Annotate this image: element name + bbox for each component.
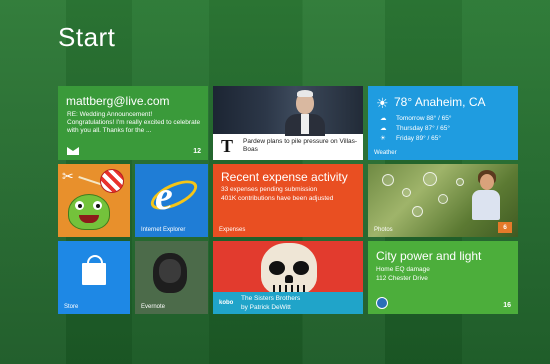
weather-label: Weather — [374, 150, 397, 156]
store-label: Store — [64, 304, 79, 310]
mail-count-badge: 12 — [193, 148, 201, 155]
bubble-graphic — [438, 194, 448, 204]
eye-socket-graphic — [293, 261, 309, 275]
mail-account: mattberg@live.com — [66, 94, 170, 108]
globe-icon — [376, 297, 388, 309]
expenses-label: Expenses — [219, 227, 246, 233]
sun-icon: ☀ — [376, 95, 389, 111]
page-title: Start — [58, 22, 116, 52]
ie-label: Internet Explorer — [141, 227, 186, 233]
bubble-graphic — [382, 174, 394, 186]
mail-tile[interactable]: mattberg@live.com RE: Wedding Announceme… — [58, 86, 208, 160]
news-tile[interactable]: T Pardew plans to pile pressure on Villa… — [213, 86, 363, 160]
kobo-logo-icon: kobo — [219, 300, 234, 306]
weather-current: 78° Anaheim, CA — [394, 95, 486, 109]
photos-label: Photos — [374, 227, 393, 233]
photo-girl-body — [472, 190, 500, 220]
telegraph-logo-icon: T — [221, 136, 234, 156]
city-title: City power and light — [376, 249, 482, 263]
nose-graphic — [285, 275, 293, 283]
news-photo-shirt — [301, 114, 309, 134]
expenses-line: 401K contributions have been adjusted — [221, 195, 334, 202]
eye-graphic — [75, 201, 84, 210]
mouth-graphic — [79, 215, 99, 223]
bubble-graphic — [412, 206, 423, 217]
om-nom-character — [68, 194, 110, 230]
city-line: Home EQ damage — [376, 266, 430, 273]
sun-icon: ☀ — [380, 135, 386, 142]
mail-subject: RE: Wedding Announcement! — [67, 111, 153, 118]
candy-icon — [100, 169, 124, 193]
scissors-icon: ✂ — [62, 168, 74, 184]
store-tile[interactable]: Store — [58, 241, 130, 314]
forecast-text: Tomorrow 88° / 65° — [396, 115, 452, 122]
expenses-line: 33 expenses pending submission — [221, 186, 318, 193]
bubble-graphic — [423, 172, 437, 186]
forecast-text: Thursday 87° / 65° — [396, 125, 450, 132]
forecast-text: Friday 89° / 65° — [396, 135, 441, 142]
city-power-tile[interactable]: City power and light Home EQ damage 112 … — [368, 241, 518, 314]
bubble-graphic — [402, 188, 411, 197]
weather-tile[interactable]: ☀ 78° Anaheim, CA ☁ Tomorrow 88° / 65° ☁ T… — [368, 86, 518, 160]
forecast-row: ☀ Friday 89° / 65° — [380, 134, 441, 142]
mail-body: Congratulations! I'm really excited to c… — [67, 119, 201, 134]
eye-graphic — [93, 201, 102, 210]
envelope-icon — [67, 147, 79, 155]
photos-tile[interactable]: Photos 6 — [368, 164, 518, 237]
photo-girl-head — [480, 174, 494, 190]
evernote-tile[interactable]: Evernote — [135, 241, 208, 314]
book-title: The Sisters Brothers — [241, 295, 301, 302]
city-count-badge: 16 — [503, 302, 511, 309]
expenses-tile[interactable]: Recent expense activity 33 expenses pend… — [213, 164, 363, 237]
photos-count-badge: 6 — [498, 222, 512, 233]
book-tile[interactable]: kobo The Sisters Brothers by Patrick DeW… — [213, 241, 363, 314]
news-photo-hair — [297, 90, 313, 97]
skull-cover-art — [261, 243, 317, 295]
cut-the-rope-tile[interactable]: ✂ — [58, 164, 130, 237]
forecast-row: ☁ Tomorrow 88° / 65° — [380, 114, 451, 122]
partly-cloudy-icon: ☁ — [380, 115, 387, 122]
eye-socket-graphic — [269, 261, 285, 275]
city-line: 112 Chester Drive — [376, 275, 428, 282]
evernote-label: Evernote — [141, 304, 166, 310]
mail-preview: RE: Wedding Announcement! Congratulation… — [67, 111, 203, 135]
book-author: by Patrick DeWitt — [241, 304, 291, 311]
news-headline: Pardew plans to pile pressure on Villas-… — [243, 138, 358, 153]
partly-cloudy-icon: ☁ — [380, 125, 387, 132]
evernote-elephant-detail — [159, 259, 181, 283]
internet-explorer-icon: e — [155, 173, 173, 218]
expenses-title: Recent expense activity — [221, 170, 348, 184]
shopping-bag-icon — [82, 263, 106, 285]
internet-explorer-tile[interactable]: e Internet Explorer — [135, 164, 208, 237]
forecast-row: ☁ Thursday 87° / 65° — [380, 124, 450, 132]
bubble-graphic — [456, 178, 464, 186]
